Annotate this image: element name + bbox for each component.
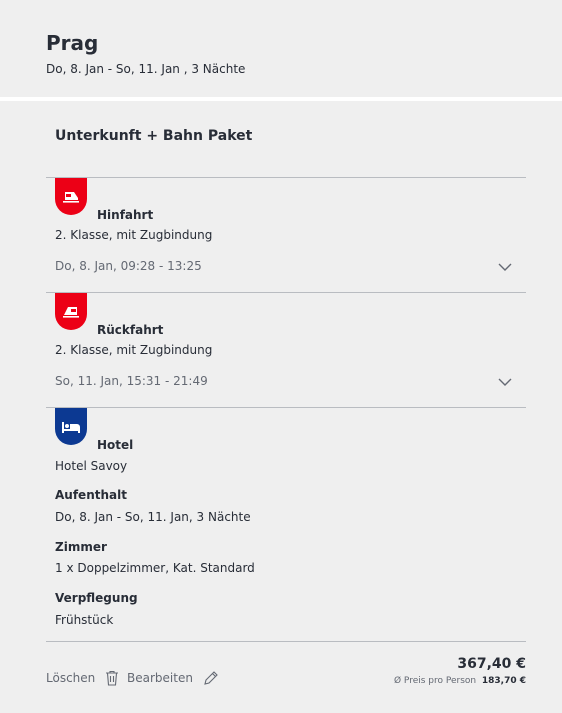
package-title: Unterkunft + Bahn Paket: [55, 128, 253, 144]
segment-hotel: Hotel Hotel Savoy Aufenthalt Do, 8. Jan …: [46, 408, 526, 640]
delete-button[interactable]: Löschen: [46, 670, 119, 686]
trash-icon: [106, 670, 119, 686]
price-per-person: Ø Preis pro Person 183,70 €: [394, 676, 526, 686]
trip-header: Prag Do, 8. Jan - So, 11. Jan , 3 Nächte: [0, 0, 562, 97]
train-badge: [55, 178, 87, 215]
delete-label: Löschen: [46, 671, 96, 685]
pencil-icon: [204, 671, 218, 685]
train-badge: [55, 293, 87, 330]
hotel-label: Hotel: [97, 438, 134, 452]
per-person-value: 183,70 €: [481, 676, 526, 686]
edit-label: Bearbeiten: [127, 671, 193, 685]
destination-title: Prag: [46, 31, 99, 55]
hotel-badge: [55, 408, 87, 445]
segment-class: 2. Klasse, mit Zugbindung: [55, 343, 213, 357]
segment-time: Do, 8. Jan, 09:28 - 13:25: [55, 259, 202, 273]
stay-value: Do, 8. Jan - So, 11. Jan, 3 Nächte: [55, 510, 251, 524]
segment-label: Rückfahrt: [97, 323, 164, 337]
train-icon: [63, 191, 79, 203]
room-label: Zimmer: [55, 540, 107, 554]
train-icon: [63, 306, 79, 318]
trip-dates: Do, 8. Jan - So, 11. Jan , 3 Nächte: [46, 62, 246, 76]
board-value: Frühstück: [55, 613, 114, 627]
segment-label: Hinfahrt: [97, 208, 154, 222]
bed-icon: [62, 421, 80, 433]
segment-return: Rückfahrt 2. Klasse, mit Zugbindung So, …: [46, 293, 526, 407]
stay-label: Aufenthalt: [55, 488, 127, 502]
hotel-name: Hotel Savoy: [55, 459, 128, 473]
total-price: 367,40 €: [457, 656, 526, 672]
chevron-down-icon[interactable]: [498, 263, 512, 272]
per-person-label: Ø Preis pro Person: [393, 676, 477, 686]
room-value: 1 x Doppelzimmer, Kat. Standard: [55, 561, 255, 575]
header-divider: [0, 97, 562, 101]
segment-time: So, 11. Jan, 15:31 - 21:49: [55, 374, 208, 388]
board-label: Verpflegung: [55, 591, 138, 605]
segment-class: 2. Klasse, mit Zugbindung: [55, 228, 213, 242]
segment-outbound: Hinfahrt 2. Klasse, mit Zugbindung Do, 8…: [46, 178, 526, 292]
chevron-down-icon[interactable]: [498, 378, 512, 387]
divider: [46, 641, 526, 642]
edit-button[interactable]: Bearbeiten: [127, 670, 219, 686]
